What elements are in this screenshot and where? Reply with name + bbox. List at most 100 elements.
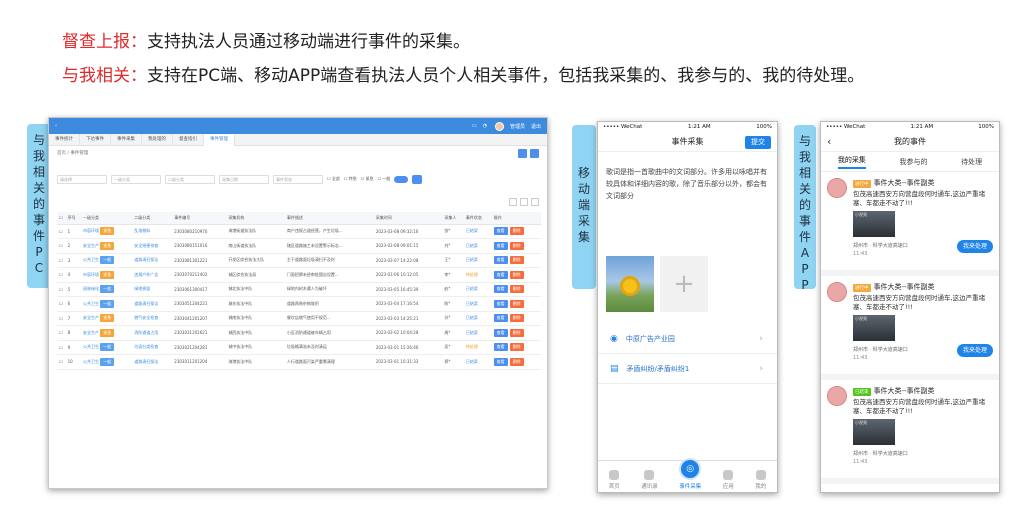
handle-button[interactable]: 我来处理 [956,240,993,253]
view-button[interactable]: 查看 [493,256,508,265]
subcategory-link[interactable]: 垃圾分类检查 [134,344,158,349]
view-button[interactable]: 查看 [493,357,508,366]
delete-button[interactable]: 删除 [509,299,524,308]
table-row[interactable]: ☐ 4 市容环境 紧急 违规户外广告 2303070211402 城区综合执法局 门面招牌未… [57,267,541,283]
video-thumbnail[interactable]: 小视频 [853,211,895,237]
video-thumbnail[interactable]: 小视频 [853,419,895,445]
tabbar-item[interactable]: ◎ 事件采集 [679,458,701,490]
table-row[interactable]: ☐ 3 公共卫生 一般 道路清扫保洁 2303081301221 开发区综合执法大队 主干道… [57,253,541,268]
video-thumbnail[interactable]: 小视频 [853,315,895,341]
table-row[interactable]: ☐ 5 园林绿化 一般 绿地损毁 2303061300417 城北执法中队 绿地内树木遭人为… [57,282,541,297]
logout-link[interactable]: 退出 [531,123,541,130]
tabbar-item[interactable]: 首页 [609,470,620,490]
table-row[interactable]: ☐ 2 安全生产 紧急 安全隐患排查 2303080151016 南山街道执法队 辖区道路施… [57,238,541,254]
subcategory-link[interactable]: 道路清扫保洁 [134,359,158,364]
category-link[interactable]: 市容环境 [83,272,99,277]
delete-button[interactable]: 删除 [509,227,524,236]
back-icon[interactable]: ‹ [827,135,831,148]
location-row[interactable]: ◉ 中原广告产业园 › [598,324,777,354]
view-button[interactable]: 查看 [493,241,508,250]
category-link[interactable]: 安全生产 [83,243,99,248]
tabbar-item[interactable]: 我的 [755,470,766,490]
view-button[interactable]: 查看 [493,299,508,308]
event-card[interactable]: 进行中 事件大类--事件副类 包茂高速西安方向营盘段何时通车,这边严重堵塞、车都走不… [821,172,999,276]
tab-1[interactable]: 我的采集 [837,155,866,169]
table-row[interactable]: ☐ 10 公共卫生 一般 道路清扫保洁 2303011201204 海港执法中队 人行道路面… [57,354,541,370]
view-button[interactable]: 查看 [493,285,508,294]
filter-select[interactable]: 二级分类 [165,174,215,184]
delete-button[interactable]: 删除 [509,328,524,337]
filter-checkbox[interactable]: ☐ 特急 [344,176,357,182]
add-photo-button[interactable]: + [660,256,708,312]
tab-6[interactable]: 事件管理 [204,133,235,146]
view-button[interactable]: 查看 [493,314,508,323]
category-link[interactable]: 公共卫生 [83,344,99,349]
handle-button[interactable]: 我来处理 [956,344,993,357]
subcategory-link[interactable]: 绿地损毁 [134,286,150,291]
category-link[interactable]: 安全生产 [83,330,99,335]
table-row[interactable]: ☐ 1 市容环境 紧急 乱堆物料 2303080210970 海港街道执法队 商户违规占道经… [57,224,541,239]
tab-1[interactable]: 事件统计 [49,133,80,146]
delete-button[interactable]: 删除 [509,357,524,366]
back-icon[interactable]: ‹ [55,123,57,129]
filter-checkbox[interactable]: ☐ 全部 [327,176,340,182]
toggle-switch[interactable] [394,175,409,183]
bell-icon[interactable]: ◔ [483,123,487,129]
category-link[interactable]: 安全生产 [83,315,99,320]
tab-2[interactable]: 下达事件 [80,133,111,146]
filter-select[interactable]: 请选择 [57,174,107,184]
print-icon[interactable] [509,198,517,206]
delete-button[interactable]: 删除 [509,314,524,323]
row-checkbox[interactable]: ☐ [57,282,66,297]
category-link[interactable]: 公共卫生 [83,301,99,306]
view-button[interactable]: 查看 [493,227,508,236]
filter-select[interactable]: 采集日期 [219,174,269,184]
filter-select[interactable]: 事件状态 [273,174,323,184]
delete-button[interactable]: 删除 [509,343,524,352]
row-checkbox[interactable]: ☐ [57,340,66,355]
row-checkbox[interactable]: ☐ [57,325,66,341]
filter-checkbox[interactable]: ☐ 紧急 [361,176,374,182]
tab-5[interactable]: 督查指引 [173,133,204,146]
category-link[interactable]: 公共卫生 [83,257,99,262]
view-button[interactable]: 查看 [493,270,508,279]
subcategory-link[interactable]: 燃气安全检查 [134,315,158,320]
tab-3[interactable]: 待处理 [961,157,982,167]
category-link[interactable]: 公共卫生 [83,359,99,364]
column-checkbox[interactable]: ☐ [57,212,66,225]
event-card[interactable]: 进行中 事件大类--事件副类 包茂高速西安方向营盘段何时通车,这边严重堵塞、车都走不… [821,276,999,380]
add-button[interactable] [518,148,527,158]
user-name[interactable]: 管理员 [510,123,525,130]
tab-2[interactable]: 我参与的 [899,157,927,167]
delete-button[interactable]: 删除 [509,256,524,265]
column-icon[interactable] [520,198,528,206]
event-card[interactable]: 已结束 事件大类--事件副类 包茂高速西安方向营盘段何时通车,这边严重堵塞、车都走不… [821,380,999,484]
category-link[interactable]: 市容环境 [83,228,99,233]
monitor-icon[interactable]: ▭ [472,123,477,129]
filter-select[interactable]: 一级分类 [111,174,161,184]
photo-thumbnail[interactable] [606,256,654,312]
avatar[interactable] [494,121,504,131]
table-row[interactable]: ☐ 7 安全生产 紧急 燃气安全检查 2303041201207 城南执法中队 餐饮店燃气使… [57,311,541,326]
filter-checkbox[interactable]: ☐ 一般 [378,176,391,182]
delete-button[interactable]: 删除 [509,285,524,294]
subcategory-link[interactable]: 道路清扫保洁 [134,257,158,262]
row-checkbox[interactable]: ☐ [57,311,66,326]
subcategory-link[interactable]: 消防通道占用 [134,330,158,335]
category-row[interactable]: ▤ 矛盾纠纷/矛盾纠纷1 › [598,354,777,384]
submit-button[interactable]: 提交 [745,136,771,149]
row-checkbox[interactable]: ☐ [57,238,66,254]
delete-button[interactable]: 删除 [509,270,524,279]
description-text[interactable]: 歌词是指一首歌曲中的文词部分。许多用以咏唱并有较具体和详细内容的歌，除了音乐部分… [598,152,777,256]
tab-3[interactable]: 事件采集 [111,133,142,146]
tabbar-item[interactable]: 通讯录 [641,470,658,490]
row-checkbox[interactable]: ☐ [57,267,66,283]
export-button[interactable] [530,148,539,158]
refresh-icon[interactable] [531,198,539,206]
view-button[interactable]: 查看 [493,343,508,352]
category-link[interactable]: 园林绿化 [83,286,99,291]
table-row[interactable]: ☐ 8 安全生产 紧急 消防通道占用 2303031201621 城西执法中队 小区消防通道… [57,325,541,341]
row-checkbox[interactable]: ☐ [57,224,66,239]
subcategory-link[interactable]: 违规户外广告 [134,272,158,277]
tab-4[interactable]: 我处理的 [142,133,173,146]
